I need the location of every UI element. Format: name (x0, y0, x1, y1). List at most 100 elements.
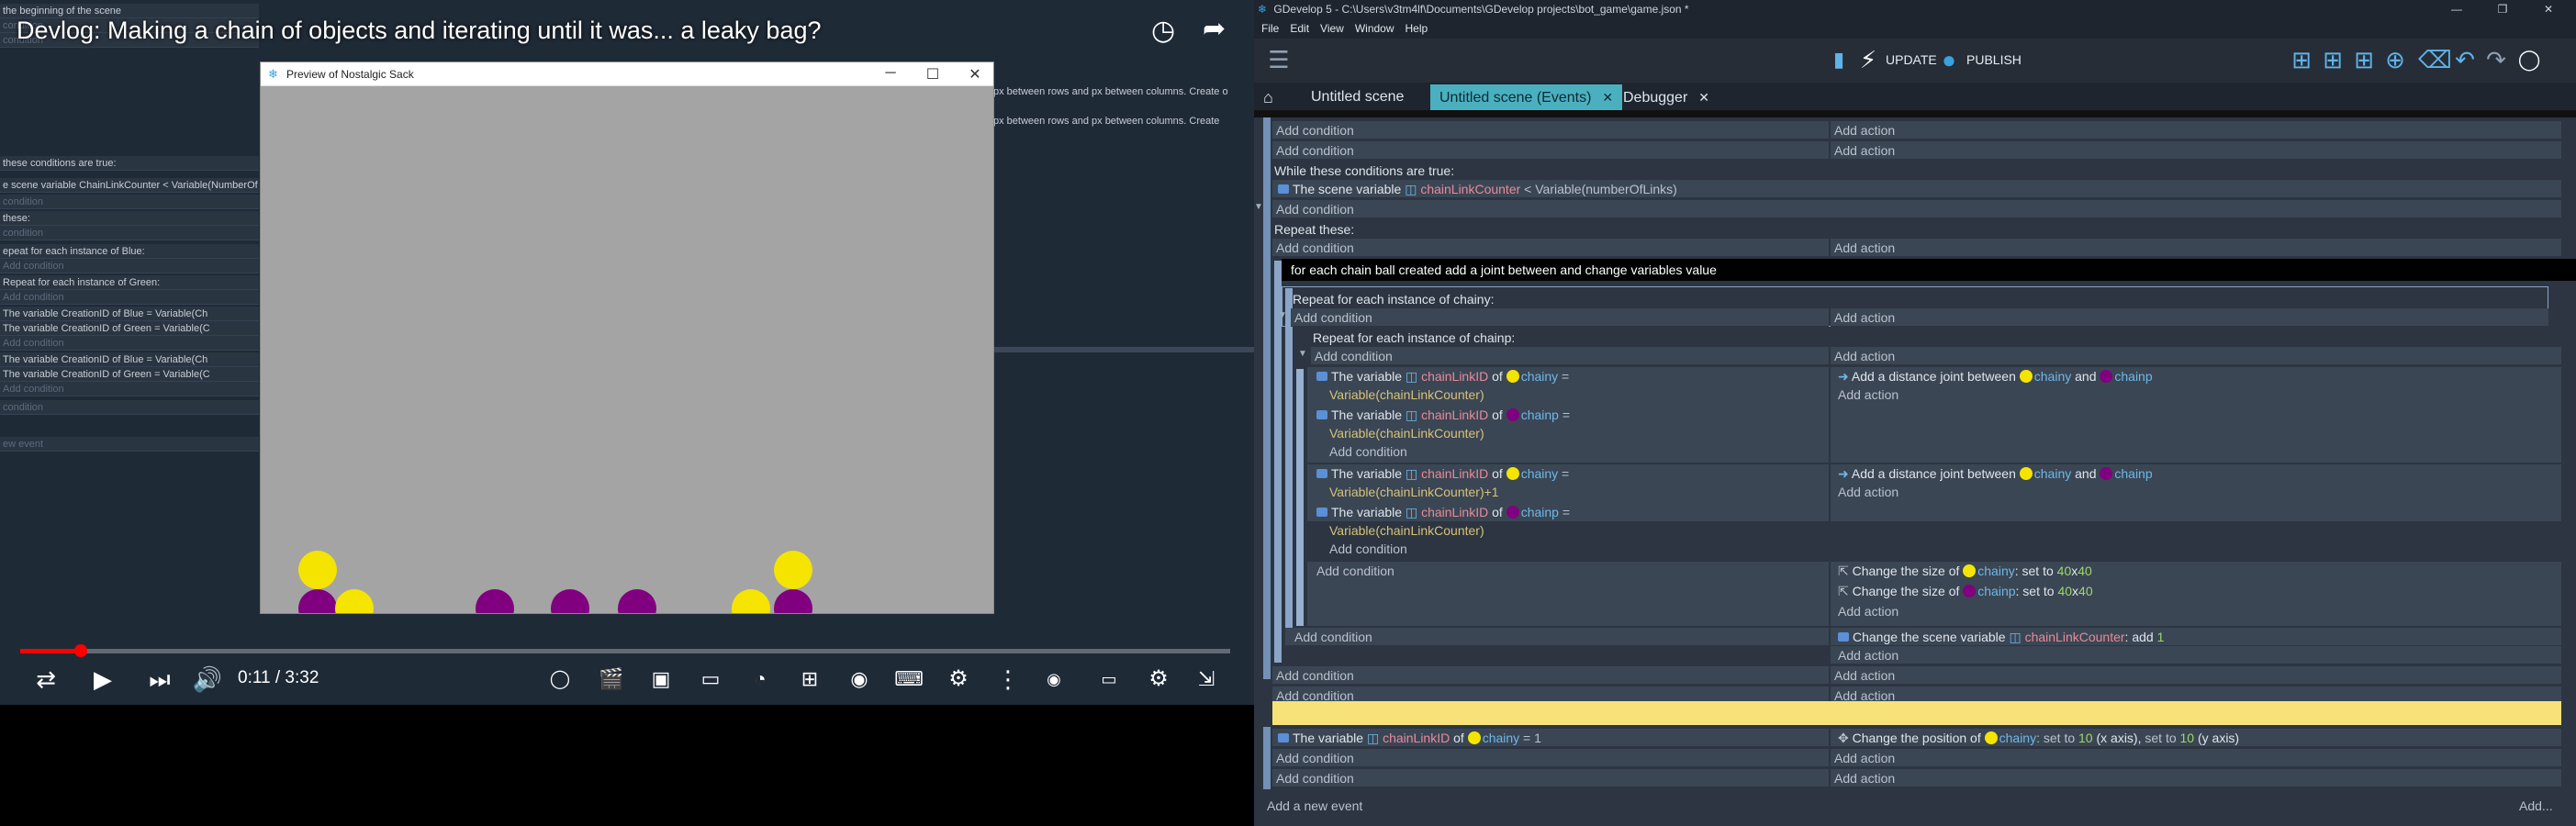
clip-icon[interactable]: 🎬 (595, 663, 628, 696)
menu-file[interactable]: File (1261, 18, 1279, 39)
menu-view[interactable]: View (1320, 18, 1344, 39)
add-action-link[interactable]: Add action (1831, 308, 2548, 327)
ads-icon[interactable]: ◯ (543, 663, 577, 696)
theater-icon[interactable]: ▭ (694, 663, 727, 696)
add-condition-link[interactable]: Add condition (1272, 239, 1829, 257)
add-condition-link[interactable]: Add condition (1291, 308, 1829, 327)
tab-untitled-scene-events[interactable]: Untitled scene (Events) ✕ (1430, 84, 1623, 110)
maximize-button[interactable]: ☐ (914, 65, 951, 84)
exit-fullscreen-icon[interactable]: ⇲ (1190, 663, 1223, 696)
progress-scrubber[interactable] (73, 644, 87, 657)
add-condition-link[interactable]: Add condition (1272, 749, 1829, 767)
action-change-size-chainp[interactable]: ⇱ Change the size of chainp: set to 40x4… (1838, 582, 2554, 600)
update-button[interactable]: UPDATE (1886, 52, 1937, 67)
foreach-chainp-header[interactable]: Repeat for each instance of chainp: (1311, 329, 2559, 347)
gdevelop-window[interactable]: ❄ GDevelop 5 - C:\Users\v3tm4lf\Document… (1254, 0, 2576, 826)
while-condition[interactable]: The scene variable ◫ chainLinkCounter < … (1272, 180, 2561, 198)
add-condition-link[interactable]: Add condition (1272, 121, 1829, 140)
more-icon[interactable]: ⋮ (991, 663, 1025, 696)
captions-icon[interactable]: ▭ (1092, 663, 1126, 696)
collapse-arrow-icon[interactable]: ▼ (1254, 202, 1263, 212)
watch-later-icon[interactable]: ◷ (1151, 15, 1175, 47)
close-tab-icon[interactable]: ✕ (1698, 90, 1709, 105)
video-frame[interactable]: the beginning of the scene condition condi… (0, 0, 1254, 705)
condition-chainp-id[interactable]: The variable ◫ chainLinkID of chainp = (1316, 406, 1827, 424)
tab-untitled-scene[interactable]: Untitled scene (1302, 84, 1413, 110)
miniplayer-icon[interactable]: ▣ (644, 663, 678, 696)
undo-icon[interactable]: ↶ (2449, 44, 2481, 75)
network-preview-icon[interactable]: ▮ (1823, 44, 1854, 75)
close-tab-icon[interactable]: ✕ (1602, 90, 1613, 105)
game-preview-window[interactable]: ❄ Preview of Nostalgic Sack ─ ☐ ✕ (260, 61, 994, 614)
progress-bar[interactable] (20, 649, 1230, 653)
game-canvas[interactable] (261, 86, 993, 613)
add-condition-link[interactable]: Add condition (1272, 769, 1829, 787)
add-action-link[interactable]: Add action (1831, 666, 2561, 685)
add-comment-icon[interactable]: ⊞ (2348, 44, 2380, 75)
while-header[interactable]: While these conditions are true: (1272, 162, 2561, 180)
project-manager-icon[interactable]: ☰ (1263, 44, 1294, 75)
add-action-link[interactable]: Add action (1831, 749, 2561, 767)
action-change-position[interactable]: ✥ Change the position of chainy: set to … (1831, 729, 2561, 747)
youtube-player[interactable]: the beginning of the scene condition condi… (0, 0, 1254, 826)
settings-gear-icon[interactable]: ⚙ (942, 663, 975, 696)
menu-window[interactable]: Window (1355, 18, 1394, 39)
condition-chainp-id[interactable]: The variable ◫ chainLinkID of chainp = (1316, 503, 1827, 521)
loop-icon[interactable]: ⇄ (29, 663, 62, 696)
action-change-size-chainy[interactable]: ⇱ Change the size of chainy: set to 40x4… (1838, 562, 2554, 580)
add-action-link[interactable]: Add action (1831, 347, 2561, 365)
maximize-button[interactable]: ❐ (2484, 0, 2521, 18)
add-condition-link[interactable]: Add condition (1272, 200, 2561, 218)
add-condition-link[interactable]: Add condition (1272, 141, 1829, 160)
add-action-link[interactable]: Add action (1831, 646, 2561, 664)
add-action-link[interactable]: Add action (1838, 385, 2554, 404)
condition-chainy-id-1[interactable]: The variable ◫ chainLinkID of chainy = 1 (1272, 729, 1829, 747)
add-more-button[interactable]: Add... (2519, 797, 2574, 815)
events-sheet[interactable]: Add condition Add action Add condition A… (1254, 110, 2576, 817)
add-action-link[interactable]: Add action (1831, 141, 2561, 160)
settings-icon[interactable]: ⚙ (1142, 663, 1175, 696)
autoplay-toggle[interactable]: ◉ (1034, 663, 1074, 696)
close-button[interactable]: ✕ (957, 65, 993, 84)
preview-title-bar[interactable]: ❄ Preview of Nostalgic Sack ─ ☐ ✕ (261, 62, 993, 86)
window-title-bar[interactable]: ❄ GDevelop 5 - C:\Users\v3tm4lf\Document… (1254, 0, 2576, 18)
close-button[interactable]: ✕ (2530, 0, 2567, 18)
update-icon[interactable]: ⚡ (1853, 44, 1884, 75)
speed-icon[interactable]: ◔ (744, 663, 777, 696)
next-icon[interactable]: ⏭ (143, 663, 176, 696)
add-action-link[interactable]: Add action (1831, 769, 2561, 787)
home-icon[interactable]: ⌂ (1254, 84, 1282, 110)
action-distance-joint[interactable]: ➜ Add a distance joint between chainy an… (1838, 367, 2554, 385)
volume-icon[interactable]: 🔊 (191, 663, 224, 696)
add-action-link[interactable]: Add action (1838, 602, 2554, 620)
collapse-arrow-icon[interactable]: ▼ (1278, 310, 1287, 320)
add-event-icon[interactable]: ⊞ (2286, 44, 2317, 75)
condition-chainy-id[interactable]: The variable ◫ chainLinkID of chainy = (1316, 367, 1827, 385)
minimize-button[interactable]: — (2438, 0, 2475, 18)
video-title[interactable]: Devlog: Making a chain of objects and it… (17, 17, 822, 45)
publish-icon[interactable]: ● (1933, 44, 1965, 75)
add-action-link[interactable]: Add action (1831, 121, 2561, 140)
add-subevent-icon[interactable]: ⊞ (2317, 44, 2348, 75)
share-icon[interactable]: ➦ (1203, 13, 1226, 45)
add-condition-link[interactable]: Add condition (1316, 562, 1812, 580)
publish-button[interactable]: PUBLISH (1966, 52, 2022, 67)
comment-event[interactable]: for each chain ball created add a joint … (1282, 259, 2576, 281)
add-action-link[interactable]: Add action (1831, 239, 2561, 257)
add-condition-link[interactable]: Add condition (1311, 347, 1829, 365)
keyboard-icon[interactable]: ⌨ (892, 663, 925, 696)
add-icon[interactable]: ⊞ (793, 663, 826, 696)
add-new-event-button[interactable]: Add a new event (1267, 797, 1634, 815)
foreach-chainy-header[interactable]: Repeat for each instance of chainy: (1291, 290, 2539, 308)
camera-icon[interactable]: ◉ (843, 663, 876, 696)
action-change-counter[interactable]: Change the scene variable ◫ chainLinkCou… (1831, 628, 2561, 646)
collapse-arrow-icon[interactable]: ▼ (1298, 349, 1307, 359)
add-condition-link[interactable]: Add condition (1329, 442, 1825, 461)
condition-chainy-id[interactable]: The variable ◫ chainLinkID of chainy = (1316, 464, 1827, 483)
add-condition-link[interactable]: Add condition (1285, 628, 1829, 646)
tab-debugger[interactable]: Debugger ✕ (1614, 84, 1719, 110)
repeat-header[interactable]: Repeat these: (1272, 220, 2561, 239)
add-action-link[interactable]: Add action (1838, 483, 2554, 501)
highlighted-event-bar[interactable] (1272, 701, 2561, 725)
add-condition-link[interactable]: Add condition (1272, 666, 1829, 685)
